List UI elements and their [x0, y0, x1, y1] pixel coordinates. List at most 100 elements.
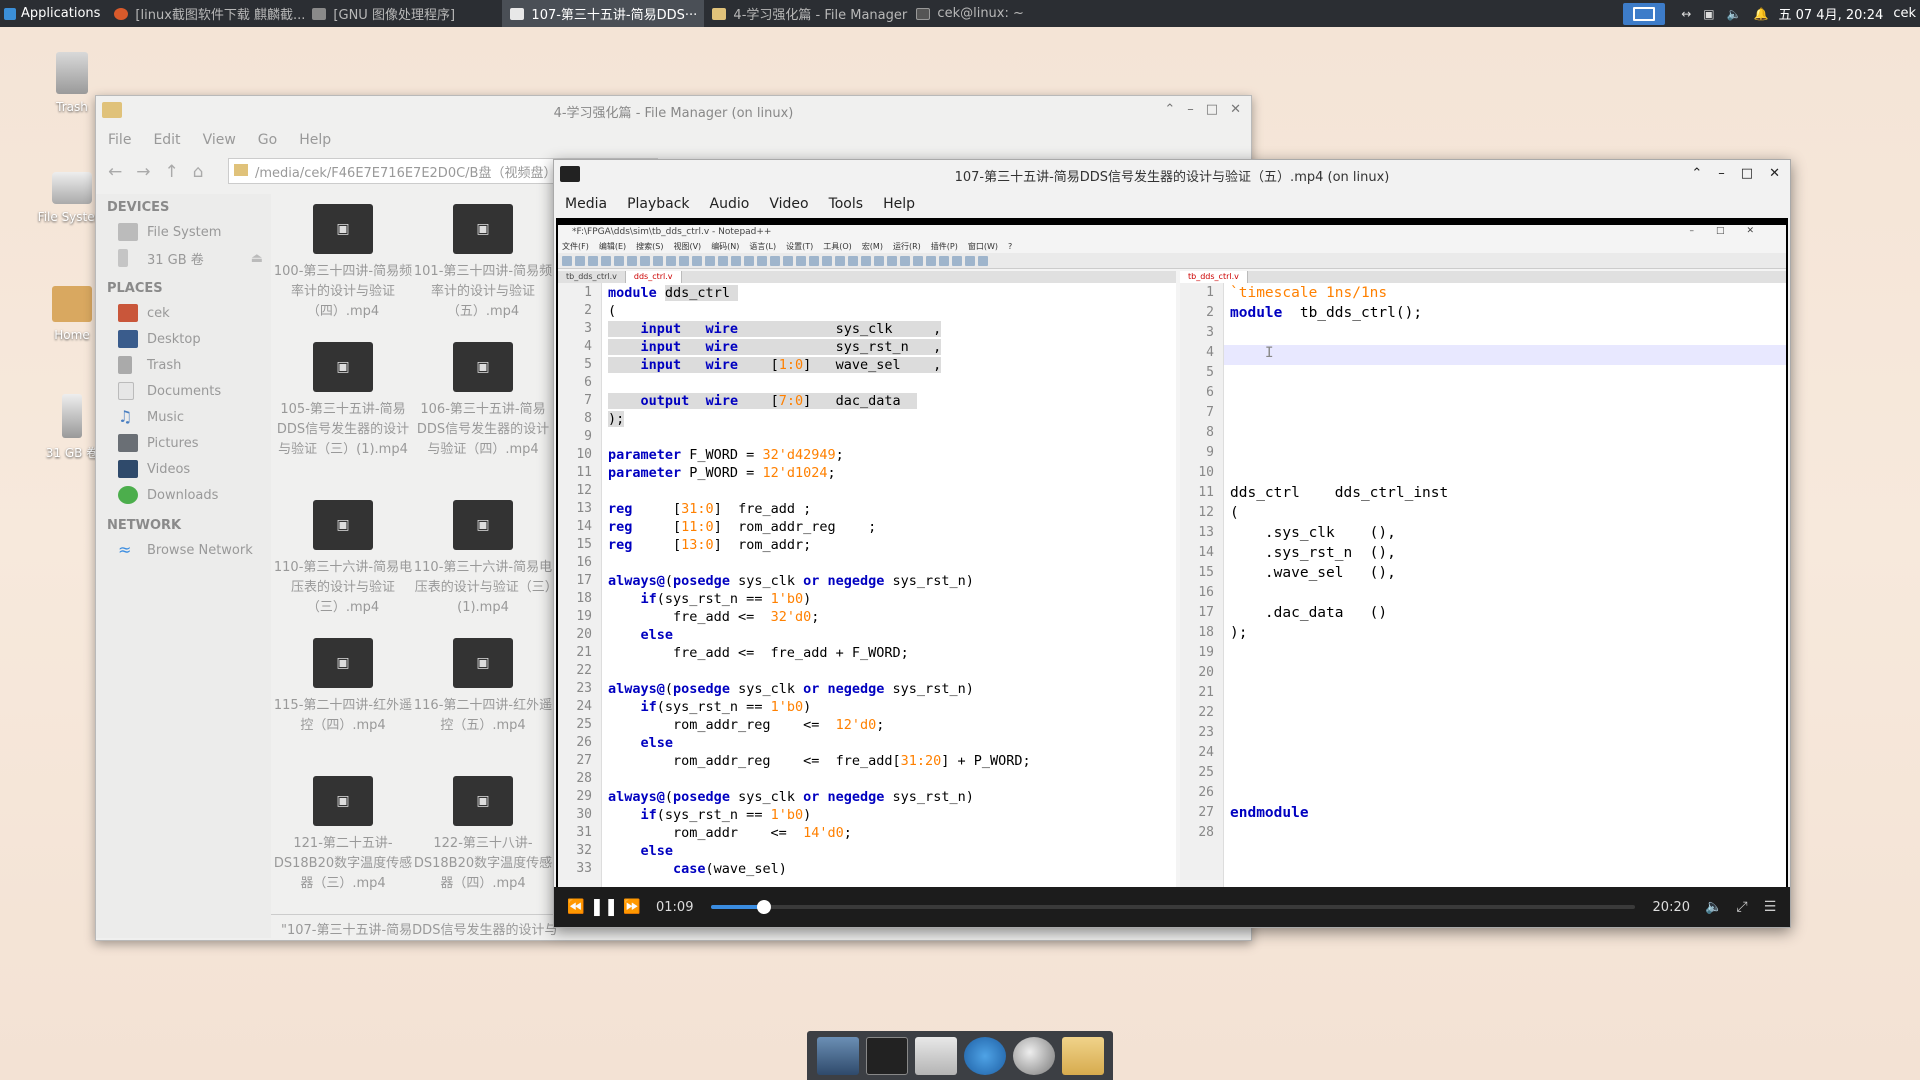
eject-icon[interactable]: ⏏	[251, 251, 263, 266]
vlc-icon	[510, 7, 525, 20]
shade-button[interactable]: ⌃	[1691, 166, 1702, 181]
menu-help[interactable]: Help	[883, 196, 915, 212]
video-file-icon: ▣	[313, 204, 373, 254]
workspace-switcher[interactable]	[1623, 2, 1666, 25]
window-title: 4-学习强化篇 - File Manager (on linux)	[553, 105, 794, 121]
sidebar-item-music[interactable]: ♫ Music	[96, 404, 271, 430]
home-folder-icon[interactable]	[914, 1036, 957, 1075]
sidebar-item-filesystem[interactable]: File System	[96, 219, 271, 245]
menu-go[interactable]: Go	[258, 132, 277, 148]
fast-forward-icon[interactable]: ⏩	[620, 895, 644, 919]
menu-playback[interactable]: Playback	[627, 196, 689, 212]
network-arrows-icon[interactable]: ↔	[1681, 7, 1691, 21]
usb-drive-icon	[118, 249, 128, 267]
notepad-menubar: 文件(F) 编辑(E) 搜索(S) 视图(V) 编码(N) 语言(L) 设置(T) 工具(O)…	[562, 241, 1013, 251]
file-item[interactable]: ▣ 116-第二十四讲-红外遥控（五）.mp4	[413, 638, 553, 736]
editor-pane-left: tb_dds_ctrl.v dds_ctrl.v 1 2 3 4 5 6 7 8 9 10 11 12 1…	[558, 271, 1176, 887]
sidebar-item-documents[interactable]: Documents	[96, 378, 271, 404]
terminal-icon	[916, 7, 931, 20]
folder-icon[interactable]	[1061, 1036, 1104, 1075]
shade-button[interactable]: ⌃	[1164, 102, 1175, 117]
file-item[interactable]: ▣ 122-第三十八讲-DS18B20数字温度传感器（四）.mp4	[413, 776, 553, 894]
pause-icon[interactable]: ❚❚	[590, 895, 619, 919]
file-item[interactable]: ▣ 105-第三十五讲-简易DDS信号发生器的设计与验证（三）(1).mp4	[273, 342, 413, 460]
forward-arrow-icon[interactable]: →	[136, 162, 150, 182]
file-item[interactable]: ▣ 106-第三十五讲-简易DDS信号发生器的设计与验证（四）.mp4	[413, 342, 553, 460]
menu-tools[interactable]: Tools	[829, 196, 864, 212]
sidebar: DEVICES File System 31 GB 卷 ⏏ PLACES cek …	[96, 194, 271, 938]
sidebar-item-browse-network[interactable]: ≈ Browse Network	[96, 537, 271, 563]
file-item[interactable]: ▣ 101-第三十四讲-简易频率计的设计与验证（五）.mp4	[413, 204, 553, 322]
taskbar-item-file-manager[interactable]: 4-学习强化篇 - File Manager	[704, 0, 908, 27]
screen-icon[interactable]: ▣	[1703, 7, 1714, 21]
rewind-icon[interactable]: ⏪	[564, 895, 588, 919]
video-frame-notepad: *F:\FPGA\dds\sim\tb_dds_ctrl.v - Notepad…	[558, 225, 1786, 887]
user-menu[interactable]: cek	[1893, 6, 1916, 21]
menu-audio[interactable]: Audio	[710, 196, 750, 212]
taskbar-item-browser[interactable]: [linux截图软件下载 麒麟截...	[106, 0, 304, 27]
up-arrow-icon[interactable]: ↑	[165, 162, 179, 182]
volume-icon[interactable]: 🔈	[1702, 895, 1726, 919]
sidebar-item-videos[interactable]: Videos	[96, 456, 271, 482]
minimize-button[interactable]: –	[1718, 166, 1725, 181]
window-titlebar[interactable]: 4-学习强化篇 - File Manager (on linux) ⌃ – □ …	[96, 96, 1251, 126]
applications-menu[interactable]: Applications	[0, 0, 106, 27]
show-desktop-icon[interactable]	[816, 1036, 859, 1075]
volume-icon[interactable]: 🔈	[1727, 7, 1742, 21]
home-folder-icon	[52, 286, 92, 322]
home-icon[interactable]: ⌂	[193, 162, 204, 182]
menu-edit[interactable]: Edit	[153, 132, 180, 148]
workspace-icon	[1633, 6, 1656, 21]
clock[interactable]: 五 07 4月, 20:24	[1779, 4, 1884, 23]
folder-icon	[102, 102, 122, 118]
taskbar-item-gimp[interactable]: [GNU 图像处理程序]	[304, 0, 502, 27]
sidebar-item-pictures[interactable]: Pictures	[96, 430, 271, 456]
menu-video[interactable]: Video	[769, 196, 808, 212]
documents-icon	[118, 382, 134, 400]
terminal-icon[interactable]	[865, 1036, 908, 1075]
seek-handle[interactable]	[757, 900, 772, 914]
file-grid: ▣ 100-第三十四讲-简易频率计的设计与验证（四）.mp4 ▣ 101-第三十四讲…	[271, 194, 553, 894]
search-icon[interactable]	[1012, 1036, 1055, 1075]
menu-media[interactable]: Media	[565, 196, 607, 212]
sidebar-item-trash[interactable]: Trash	[96, 352, 271, 378]
web-browser-icon[interactable]	[963, 1036, 1006, 1075]
menu-view[interactable]: View	[203, 132, 236, 148]
desktop-icon-label: Trash	[56, 100, 88, 114]
minimize-button[interactable]: –	[1187, 102, 1194, 117]
file-item[interactable]: ▣ 110-第三十六讲-简易电压表的设计与验证（三）.mp4	[273, 500, 413, 618]
fullscreen-icon[interactable]: ⤢	[1730, 895, 1754, 919]
taskbar-item-label: [GNU 图像处理程序]	[333, 8, 456, 23]
sidebar-header-network: NETWORK	[107, 518, 182, 533]
sidebar-item-usb[interactable]: 31 GB 卷 ⏏	[96, 245, 271, 271]
playlist-menu-icon[interactable]: ☰	[1758, 895, 1782, 919]
back-arrow-icon[interactable]: ←	[108, 162, 122, 182]
video-file-icon: ▣	[453, 638, 513, 688]
close-button[interactable]: ✕	[1230, 102, 1241, 117]
video-area[interactable]: *F:\FPGA\dds\sim\tb_dds_ctrl.v - Notepad…	[556, 218, 1788, 887]
taskbar-item-vlc[interactable]: 107-第三十五讲-简易DDS···	[502, 0, 705, 27]
sidebar-item-downloads[interactable]: Downloads	[96, 482, 271, 508]
menu-file[interactable]: File	[108, 132, 131, 148]
file-item[interactable]: ▣ 100-第三十四讲-简易频率计的设计与验证（四）.mp4	[273, 204, 413, 322]
close-button[interactable]: ✕	[1769, 166, 1780, 181]
folder-icon	[234, 164, 248, 176]
sidebar-item-home[interactable]: cek	[96, 300, 271, 326]
file-item[interactable]: ▣ 115-第二十四讲-红外遥控（四）.mp4	[273, 638, 413, 736]
sidebar-item-desktop[interactable]: Desktop	[96, 326, 271, 352]
downloads-icon	[118, 486, 138, 504]
video-file-icon: ▣	[313, 776, 373, 826]
top-panel: Applications [linux截图软件下载 麒麟截... [GNU 图像…	[0, 0, 1920, 27]
video-file-icon: ▣	[453, 776, 513, 826]
window-titlebar[interactable]: 107-第三十五讲-简易DDS信号发生器的设计与验证（五）.mp4 (on li…	[554, 160, 1790, 190]
notification-bell-icon[interactable]: 🔔	[1754, 7, 1769, 21]
line-gutter: 1 2 3 4 5 6 7 8 9 10 11 12 13 14 15 16 17 18 19 20 21 22 23 24 2…	[1180, 283, 1224, 887]
sidebar-header-devices: DEVICES	[107, 200, 170, 215]
maximize-button[interactable]: □	[1741, 166, 1753, 181]
file-item[interactable]: ▣ 110-第三十六讲-简易电压表的设计与验证（三）(1).mp4	[413, 500, 553, 618]
seek-bar[interactable]	[711, 900, 1635, 914]
file-item[interactable]: ▣ 121-第二十五讲-DS18B20数字温度传感器（三）.mp4	[273, 776, 413, 894]
menu-help[interactable]: Help	[299, 132, 331, 148]
taskbar-item-terminal[interactable]: cek@linux: ~	[908, 0, 1108, 27]
maximize-button[interactable]: □	[1206, 102, 1218, 117]
